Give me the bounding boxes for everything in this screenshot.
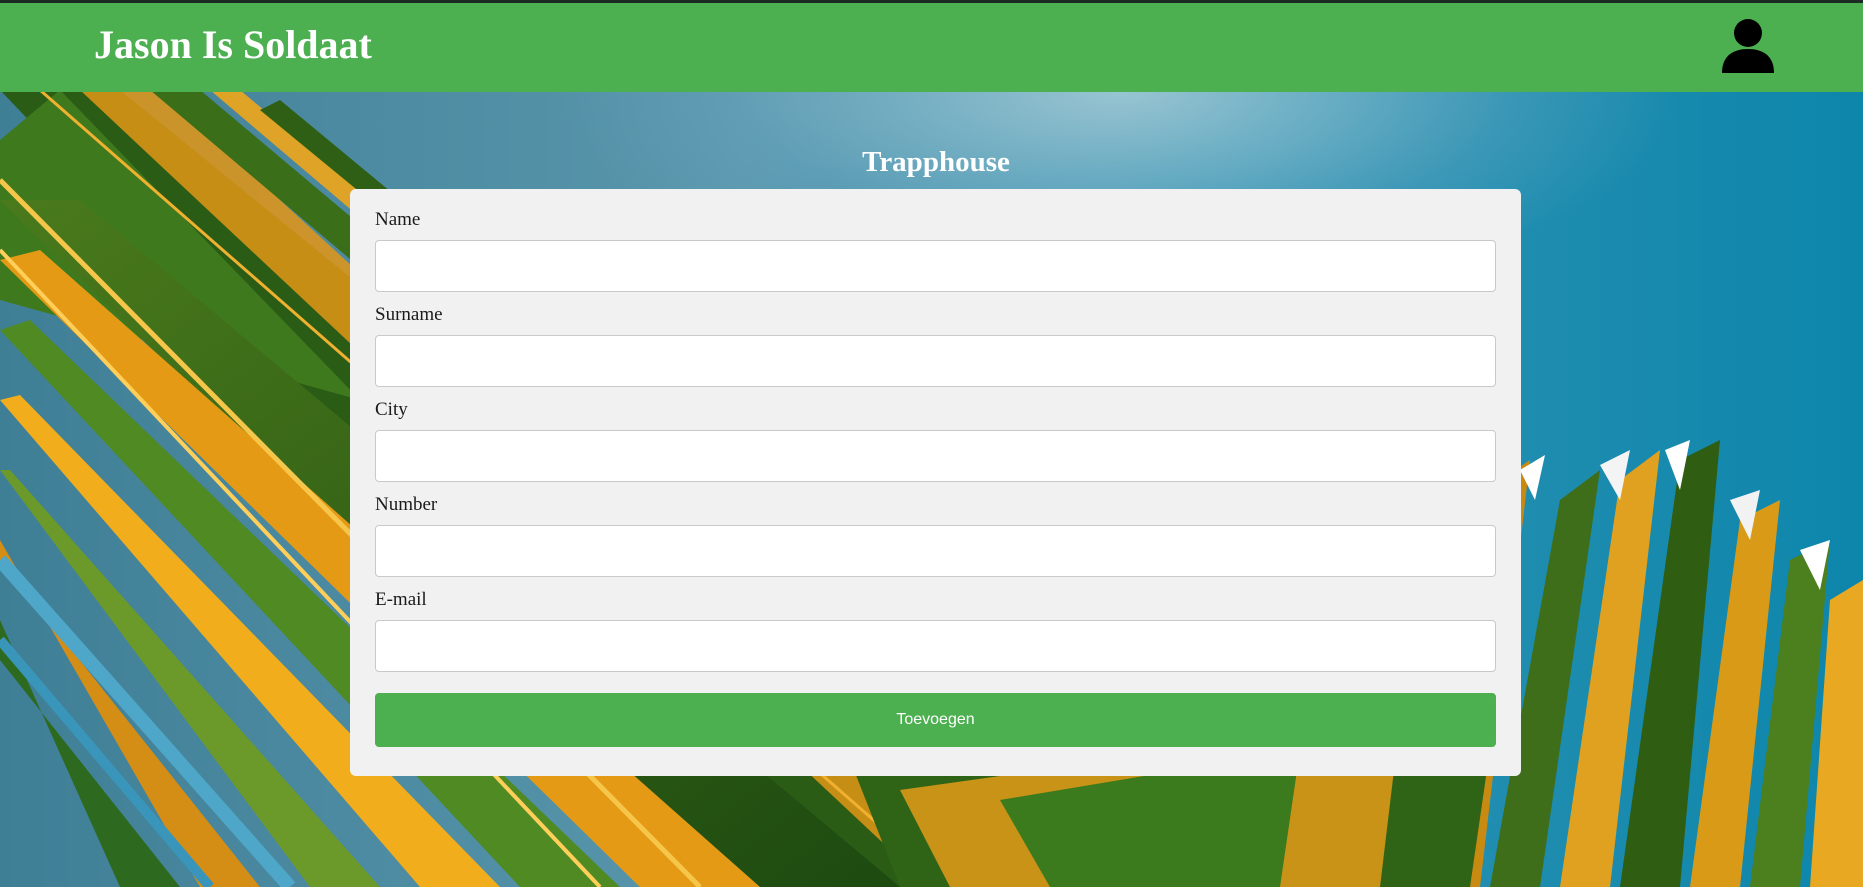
- page-title: Trapphouse: [862, 146, 1010, 179]
- name-label: Name: [375, 209, 421, 230]
- email-field[interactable]: [375, 620, 1496, 672]
- number-field[interactable]: [375, 525, 1496, 577]
- user-icon: [1722, 19, 1774, 73]
- city-field[interactable]: [375, 430, 1496, 482]
- number-label: Number: [375, 494, 438, 515]
- brand-title[interactable]: Jason Is Soldaat: [94, 25, 372, 65]
- email-label: E-mail: [375, 589, 427, 610]
- add-person-form: Name Surname City Number E-mail Toevoege…: [350, 189, 1521, 776]
- city-label: City: [375, 399, 408, 420]
- top-navigation-bar: Jason Is Soldaat: [0, 0, 1863, 92]
- name-field[interactable]: [375, 240, 1496, 292]
- user-account-button[interactable]: [1718, 17, 1778, 77]
- surname-label: Surname: [375, 304, 443, 325]
- surname-field[interactable]: [375, 335, 1496, 387]
- add-button[interactable]: Toevoegen: [375, 693, 1496, 747]
